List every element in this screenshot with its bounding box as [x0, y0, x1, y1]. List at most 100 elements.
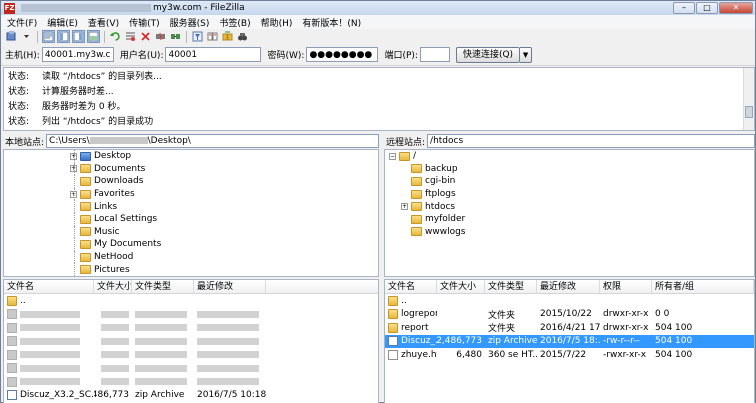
local-tree-item[interactable]: Local Settings	[4, 212, 378, 226]
column-owner-group[interactable]: 所有者/组	[652, 280, 754, 293]
log-scrollbar[interactable]	[743, 68, 754, 130]
reconnect-icon[interactable]	[169, 30, 182, 43]
cancel-operation-icon[interactable]	[139, 30, 152, 43]
toggle-local-tree-icon[interactable]	[57, 30, 70, 43]
message-log[interactable]: 状态: 读取 “/htdocs” 的目录列表... 状态: 计算服务器时差...…	[3, 67, 755, 131]
file-row[interactable]: logreport 文件夹 2015/10/22 drwxr-xr-x 0 0	[385, 308, 754, 322]
directory-listing-filters-icon[interactable]	[191, 30, 204, 43]
column-permissions[interactable]: 权限	[600, 280, 652, 293]
local-file-list[interactable]: 文件名 文件大小 文件类型 最近修改 .. Discuz_X3.2_SC...12…	[3, 279, 379, 403]
quickconnect-button[interactable]: 快速连接(Q)	[455, 46, 521, 63]
local-tree-item[interactable]: + Documents	[4, 162, 378, 176]
port-input[interactable]	[419, 47, 450, 62]
local-directory-tree[interactable]: + Desktop + Documents Downloads + Favorites Lin…	[3, 149, 379, 277]
folder-icon	[80, 265, 91, 275]
file-row[interactable]	[4, 375, 378, 389]
column-modified[interactable]: 最近修改	[194, 280, 266, 293]
menu-bookmarks[interactable]: 书签(B)	[219, 16, 250, 29]
file-row[interactable]: Discuz_X3.2_SC...12,486,773 zip Archive 20…	[4, 389, 378, 403]
toolbar	[1, 29, 755, 44]
remote-tree-item[interactable]: wwwlogs	[385, 226, 754, 239]
filename-cell	[4, 349, 94, 360]
local-tree-item[interactable]: NetHood	[4, 250, 378, 264]
column-modified[interactable]: 最近修改	[537, 280, 600, 293]
owner-cell: 504 100	[655, 322, 693, 333]
remote-tree-item[interactable]: ftplogs	[385, 188, 754, 201]
file-row[interactable]: zhuye.ht... 6,480 360 se HT...2015/7/22 -rw…	[385, 348, 754, 362]
site-manager-icon[interactable]	[5, 30, 18, 43]
remote-tree-item[interactable]: myfolder	[385, 213, 754, 226]
menu-new-version[interactable]: 有新版本！(N)	[302, 16, 361, 29]
compare-directories-icon[interactable]	[206, 30, 219, 43]
toggle-remote-tree-icon[interactable]	[72, 30, 85, 43]
process-queue-icon[interactable]	[124, 30, 137, 43]
owner-cell: 0 0	[655, 309, 670, 320]
expand-toggle[interactable]: +	[401, 203, 408, 211]
file-row[interactable]: ..	[4, 294, 378, 308]
file-row[interactable]	[4, 335, 378, 349]
file-row[interactable]	[4, 362, 378, 376]
menu-help[interactable]: 帮助(H)	[261, 16, 293, 29]
synchronized-browsing-icon[interactable]	[221, 30, 234, 43]
menu-server[interactable]: 服务器(S)	[170, 16, 210, 29]
remote-tree-item[interactable]: − /	[385, 150, 754, 163]
file-row[interactable]	[4, 321, 378, 335]
column-filetype[interactable]: 文件类型	[485, 280, 537, 293]
local-tree-item[interactable]: + Favorites	[4, 187, 378, 201]
redacted-file-icon	[7, 336, 17, 347]
toggle-log-icon[interactable]	[42, 30, 55, 43]
folder-icon	[80, 239, 91, 249]
close-button[interactable]: ✕	[719, 2, 753, 14]
local-tree-item[interactable]: Pictures	[4, 263, 378, 276]
host-input[interactable]	[41, 47, 114, 62]
log-status: 状态:	[8, 87, 30, 97]
local-tree-item[interactable]: Links	[4, 200, 378, 213]
redacted-size	[101, 351, 129, 359]
title-bar[interactable]: FZ my3w.com - FileZilla – □ ✕	[1, 1, 755, 15]
password-input[interactable]	[306, 47, 379, 62]
remote-tree-item[interactable]: + htdocs	[385, 200, 754, 213]
username-input[interactable]	[165, 47, 262, 62]
remote-directory-tree[interactable]: − / backup cgi-bin ftplogs + htdocs myfolder www…	[384, 149, 755, 277]
remote-tree-item[interactable]: cgi-bin	[385, 175, 754, 188]
column-filetype[interactable]: 文件类型	[132, 280, 194, 293]
toggle-queue-icon[interactable]	[87, 30, 100, 43]
search-remote-files-icon[interactable]	[236, 30, 249, 43]
menu-transfer[interactable]: 传输(T)	[129, 16, 160, 29]
file-row[interactable]	[4, 308, 378, 322]
file-row[interactable]: Discuz_...12,486,773 zip Archive2016/7/5 …	[385, 334, 754, 348]
menu-edit[interactable]: 编辑(E)	[47, 16, 78, 29]
column-filename[interactable]: 文件名	[385, 280, 437, 293]
disconnect-icon[interactable]	[154, 30, 167, 43]
site-manager-dropdown-icon[interactable]	[20, 30, 33, 43]
maximize-button[interactable]: □	[696, 2, 718, 14]
remote-path-input[interactable]: /htdocs	[427, 134, 755, 148]
size-cell	[94, 337, 132, 345]
local-tree-item[interactable]: Music	[4, 225, 378, 239]
expand-toggle[interactable]: −	[389, 152, 396, 160]
column-filesize[interactable]: 文件大小	[94, 280, 132, 293]
menu-file[interactable]: 文件(F)	[7, 16, 37, 29]
redacted-size	[101, 324, 129, 332]
file-row[interactable]: report 文件夹 2016/4/21 17...drwxr-xr-x 504 10…	[385, 321, 754, 335]
quickconnect-history-dropdown[interactable]: ▼	[520, 46, 533, 63]
tree-guide-line	[74, 150, 75, 163]
column-filename[interactable]: 文件名	[4, 280, 94, 293]
column-filesize[interactable]: 文件大小	[437, 280, 485, 293]
log-scrollbar-thumb[interactable]	[745, 106, 753, 118]
file-row[interactable]: ..	[385, 294, 754, 308]
redacted-filename	[20, 310, 80, 318]
filename-cell: Discuz_...	[385, 336, 437, 347]
file-row[interactable]	[4, 348, 378, 362]
local-tree-item[interactable]: + Desktop	[4, 150, 378, 163]
local-path-input[interactable]: C:\Users\ \Desktop\	[46, 134, 379, 148]
remote-tree-item[interactable]: backup	[385, 163, 754, 176]
log-message: 计算服务器时差...	[42, 87, 114, 97]
local-tree-item[interactable]: My Documents	[4, 238, 378, 251]
remote-file-list[interactable]: 文件名 文件大小 文件类型 最近修改 权限 所有者/组 .. logreport 文…	[384, 279, 755, 403]
redacted-file-icon	[7, 363, 17, 374]
local-tree-item[interactable]: Downloads	[4, 175, 378, 188]
minimize-button[interactable]: –	[673, 2, 695, 14]
refresh-icon[interactable]	[109, 30, 122, 43]
menu-view[interactable]: 查看(V)	[88, 16, 119, 29]
